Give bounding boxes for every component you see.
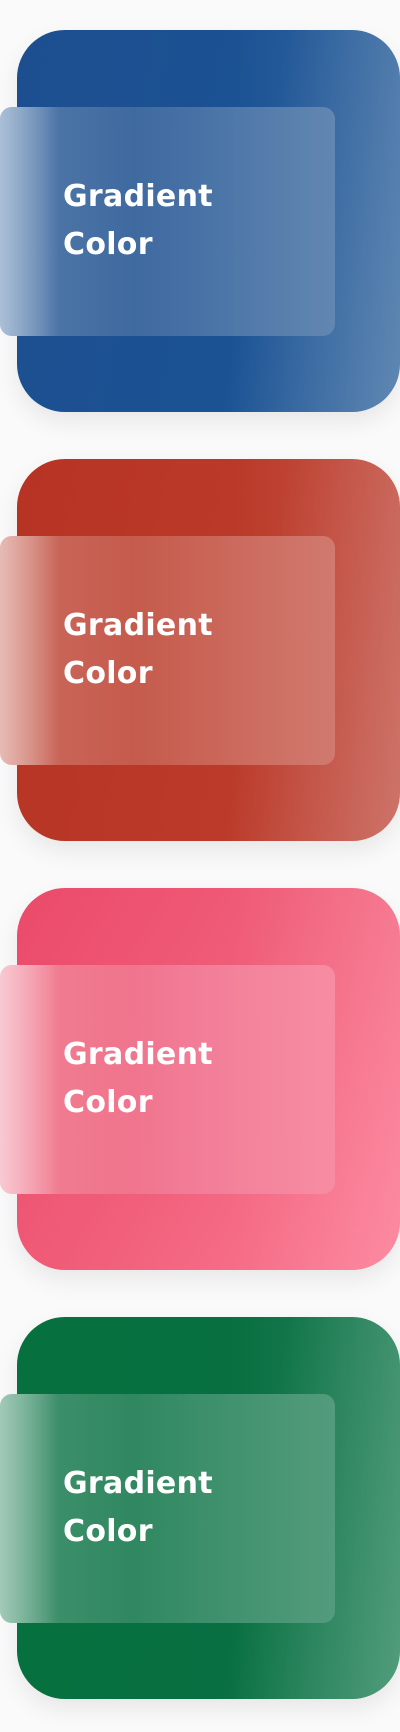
swatch-overlay-panel: Gradient Color [0, 107, 335, 336]
gradient-swatch-red: Gradient Color [0, 429, 400, 841]
gradient-swatch-pink: Gradient Color [0, 858, 400, 1270]
swatch-label: Gradient Color [63, 608, 213, 691]
swatch-label: Gradient Color [63, 179, 213, 262]
swatch-label: Gradient Color [63, 1466, 213, 1549]
swatch-overlay-panel: Gradient Color [0, 965, 335, 1194]
swatch-overlay-panel: Gradient Color [0, 536, 335, 765]
swatch-label: Gradient Color [63, 1037, 213, 1120]
gradient-swatch-blue: Gradient Color [0, 0, 400, 412]
gradient-swatch-green: Gradient Color [0, 1287, 400, 1699]
swatch-overlay-panel: Gradient Color [0, 1394, 335, 1623]
